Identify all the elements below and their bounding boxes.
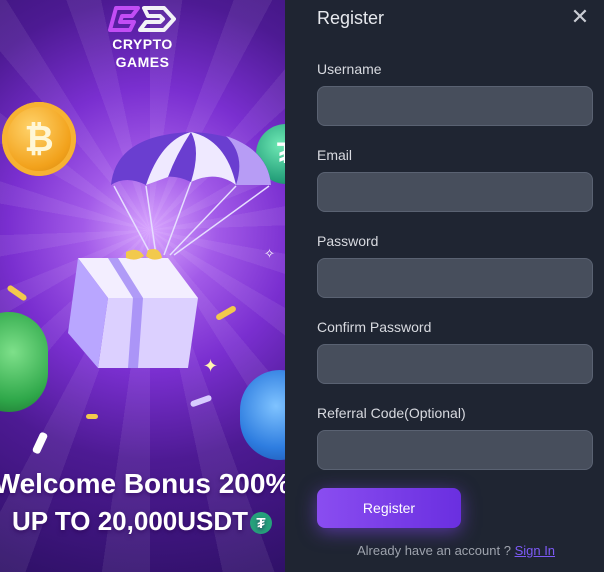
username-input[interactable] (317, 86, 593, 126)
crypto-games-logo-icon (107, 6, 176, 32)
confirm-password-input[interactable] (317, 344, 593, 384)
close-icon[interactable]: ✕ (569, 6, 591, 28)
email-input[interactable] (317, 172, 593, 212)
tether-icon: ₮ (250, 512, 273, 535)
sign-in-link[interactable]: Sign In (515, 543, 555, 558)
account-prompt-text: Already have an account ? (357, 543, 511, 558)
bonus-amount-line: UP TO 20,000USDT ₮ (0, 506, 285, 537)
referral-code-input[interactable] (317, 430, 593, 470)
confirm-password-label: Confirm Password (317, 319, 432, 335)
welcome-bonus-headline: Welcome Bonus 200% (0, 468, 285, 499)
bonus-amount-text: UP TO 20,000USDT (11, 506, 249, 536)
promo-banner: CRYPTO GAMES ₿ ₮ (0, 0, 285, 572)
confetti (86, 414, 98, 419)
bitcoin-coin-icon: ₿ (2, 102, 76, 176)
gift-box-icon (68, 249, 198, 368)
tether-symbol: ₮ (277, 137, 285, 171)
signin-prompt: Already have an account ? Sign In (357, 543, 555, 558)
referral-code-label: Referral Code(Optional) (317, 405, 466, 421)
password-input[interactable] (317, 258, 593, 298)
register-modal: CRYPTO GAMES ₿ ₮ (0, 0, 604, 572)
register-form: Register ✕ Username Email Password Confi… (285, 0, 604, 572)
password-label: Password (317, 233, 379, 249)
brand-logo: CRYPTO GAMES (0, 4, 285, 70)
form-title: Register (317, 8, 385, 28)
sparkle-icon: ✧ (264, 246, 275, 261)
tether-mini-symbol: ₮ (256, 514, 266, 532)
sparkle-icon: ✦ (203, 356, 219, 376)
register-button[interactable]: Register (317, 488, 461, 528)
brand-name-line2: GAMES (115, 54, 170, 70)
email-label: Email (317, 147, 353, 163)
brand-name-line1: CRYPTO (112, 36, 173, 52)
username-label: Username (317, 61, 382, 77)
bitcoin-symbol: ₿ (24, 118, 54, 159)
